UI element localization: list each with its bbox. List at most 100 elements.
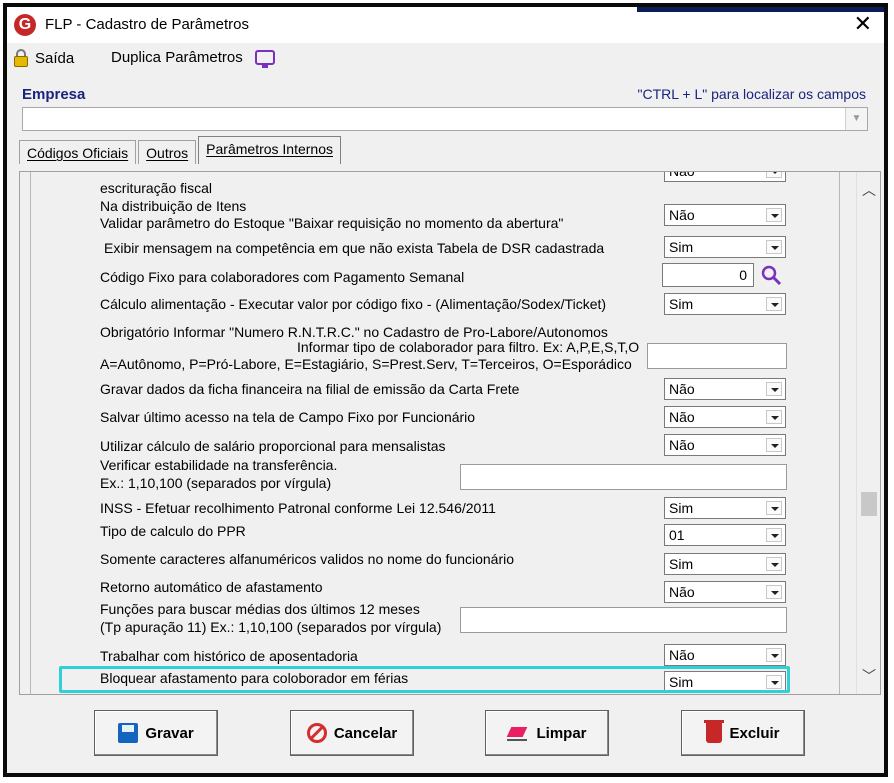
monitor-icon [254,50,275,68]
shortcut-hint: "CTRL + L" para localizar os campos [637,86,866,102]
highlight-box [59,666,790,693]
param-label-retorno-afastamento: Retorno automático de afastamento [100,579,323,595]
param-select-historico-aposentadoria[interactable]: Não [664,644,786,666]
param-label-tipo-colaborador-legenda: A=Autônomo, P=Pró-Labore, E=Estagiário, … [100,356,632,372]
param-label-baixar-requisicao: Validar parâmetro do Estoque "Baixar req… [100,215,564,231]
param-select-alfanumericos[interactable]: Sim [664,553,786,575]
chevron-down-icon [766,410,782,424]
param-select-carta-frete[interactable]: Não [664,378,786,400]
param-label-salario-proporcional: Utilizar cálculo de salário proporcional… [100,438,446,454]
param-input-estabilidade[interactable] [460,464,787,490]
excluir-button[interactable]: Excluir [681,710,805,756]
param-label-historico-aposentadoria: Trabalhar com histórico de aposentadoria [100,648,358,664]
trash-icon [704,720,725,743]
param-value-ultimo-acesso: Não [669,409,695,425]
param-value-inss-patronal: Sim [669,500,694,516]
param-label-tipo-colaborador: Informar tipo de colaborador para filtro… [297,339,640,355]
save-icon [118,723,139,743]
chevron-down-icon [766,240,782,254]
param-input-codigo-fixo-semanal[interactable]: 0 [662,263,754,287]
param-value-salario-proporcional: Não [669,437,695,453]
chevron-down-icon[interactable]: ▼ [845,108,867,130]
title-bar: G FLP - Cadastro de Parâmetros ✕ [7,7,884,43]
lock-icon [13,49,29,67]
param-select-calculo-alimentacao[interactable]: Sim [664,293,786,315]
menu-saida[interactable]: Saída [13,49,74,67]
menu-duplica-parametros[interactable]: Duplica Parâmetros [111,49,275,68]
param-select-dsr[interactable]: Sim [664,236,786,258]
cancelar-label: Cancelar [333,724,398,742]
menu-saida-label: Saída [35,49,75,67]
title-bar-accent [637,7,884,12]
param-select-ultimo-acesso[interactable]: Não [664,406,786,428]
param-value-alfanumericos: Sim [669,556,694,572]
tab-outros[interactable]: Outros [138,140,197,164]
param-select-retorno-afastamento[interactable]: Não [664,581,786,603]
param-value-dsr: Sim [669,239,694,255]
menu-bar: Saída Duplica Parâmetros [7,47,884,71]
param-label-tipo-ppr: Tipo de calculo do PPR [100,523,246,539]
chevron-down-icon[interactable]: ﹀ [857,666,880,686]
tab-bar: Códigos Oficiais Outros Parâmetros Inter… [19,136,343,164]
limpar-button[interactable]: Limpar [485,710,609,756]
app-logo-icon: G [14,14,36,36]
param-value-calculo-alimentacao: Sim [669,296,694,312]
chevron-down-icon [766,382,782,396]
chevron-down-icon [766,172,782,178]
chevron-down-icon [766,438,782,452]
empresa-label: Empresa [22,86,86,103]
window-title: FLP - Cadastro de Parâmetros [45,16,249,33]
close-button[interactable]: ✕ [854,13,872,35]
param-select-escrituracao[interactable]: Não [664,171,786,182]
param-label-estabilidade: Verificar estabilidade na transferência. [100,457,338,473]
empresa-select[interactable]: ▼ [22,107,868,131]
param-label-distribuicao: Na distribuição de Itens [100,198,247,214]
menu-duplica-label: Duplica Parâmetros [111,49,243,66]
chevron-down-icon [766,648,782,662]
param-label-estabilidade-exemplo: Ex.: 1,10,100 (separados por vírgula) [100,475,332,491]
param-label-alfanumericos: Somente caracteres alfanuméricos validos… [100,551,515,567]
param-value-retorno-afastamento: Não [669,584,695,600]
chevron-up-icon[interactable]: ︿ [857,180,880,200]
param-value-escrituracao: Não [669,171,695,179]
tab-codigos-oficiais[interactable]: Códigos Oficiais [19,140,137,164]
param-label-calculo-alimentacao: Cálculo alimentação - Executar valor por… [100,296,607,312]
chevron-down-icon [766,585,782,599]
chevron-down-icon [766,297,782,311]
param-select-inss-patronal[interactable]: Sim [664,497,786,519]
chevron-down-icon [766,208,782,222]
param-value-baixar-requisicao: Não [669,207,695,223]
param-value-carta-frete: Não [669,381,695,397]
param-label-funcoes-medias: Funções para buscar médias dos últimos 1… [100,601,420,617]
tab-parametros-internos[interactable]: Parâmetros Internos [198,136,342,164]
param-select-salario-proporcional[interactable]: Não [664,434,786,456]
param-label-ultimo-acesso: Salvar último acesso na tela de Campo Fi… [100,409,476,425]
cancel-icon [306,723,327,743]
chevron-down-icon [766,557,782,571]
param-input-tipo-colaborador[interactable] [647,343,787,369]
cancelar-button[interactable]: Cancelar [290,710,414,756]
chevron-down-icon [766,501,782,515]
param-label-carta-frete: Gravar dados da ficha financeira na fili… [100,381,520,397]
param-select-baixar-requisicao[interactable]: Não [664,204,786,226]
chevron-down-icon [766,528,782,542]
search-icon[interactable] [760,264,782,286]
param-value-tipo-ppr: 01 [669,527,685,543]
excluir-label: Excluir [729,724,780,742]
param-label-inss-patronal: INSS - Efetuar recolhimento Patronal con… [100,500,496,516]
param-input-funcoes-medias[interactable] [460,607,787,633]
scrollbar-thumb[interactable] [861,492,877,516]
parameters-panel: escrituração fiscal Não Na distribuição … [19,171,881,695]
vertical-scrollbar[interactable]: ︿ ﹀ [856,172,880,694]
param-label-funcoes-medias-exemplo: (Tp apuração 11) Ex.: 1,10,100 (separado… [100,619,442,635]
param-label-dsr: Exibir mensagem na competência em que nã… [104,240,605,256]
eraser-icon [507,725,529,741]
gravar-label: Gravar [145,724,194,742]
application-window: G FLP - Cadastro de Parâmetros ✕ Saída D… [3,3,888,777]
limpar-label: Limpar [536,724,587,742]
param-select-tipo-ppr[interactable]: 01 [664,524,786,546]
param-value-historico-aposentadoria: Não [669,647,695,663]
param-label-escrituracao: escrituração fiscal [100,180,213,196]
action-bar: Gravar Cancelar Limpar Excluir [7,702,884,773]
gravar-button[interactable]: Gravar [94,710,218,756]
